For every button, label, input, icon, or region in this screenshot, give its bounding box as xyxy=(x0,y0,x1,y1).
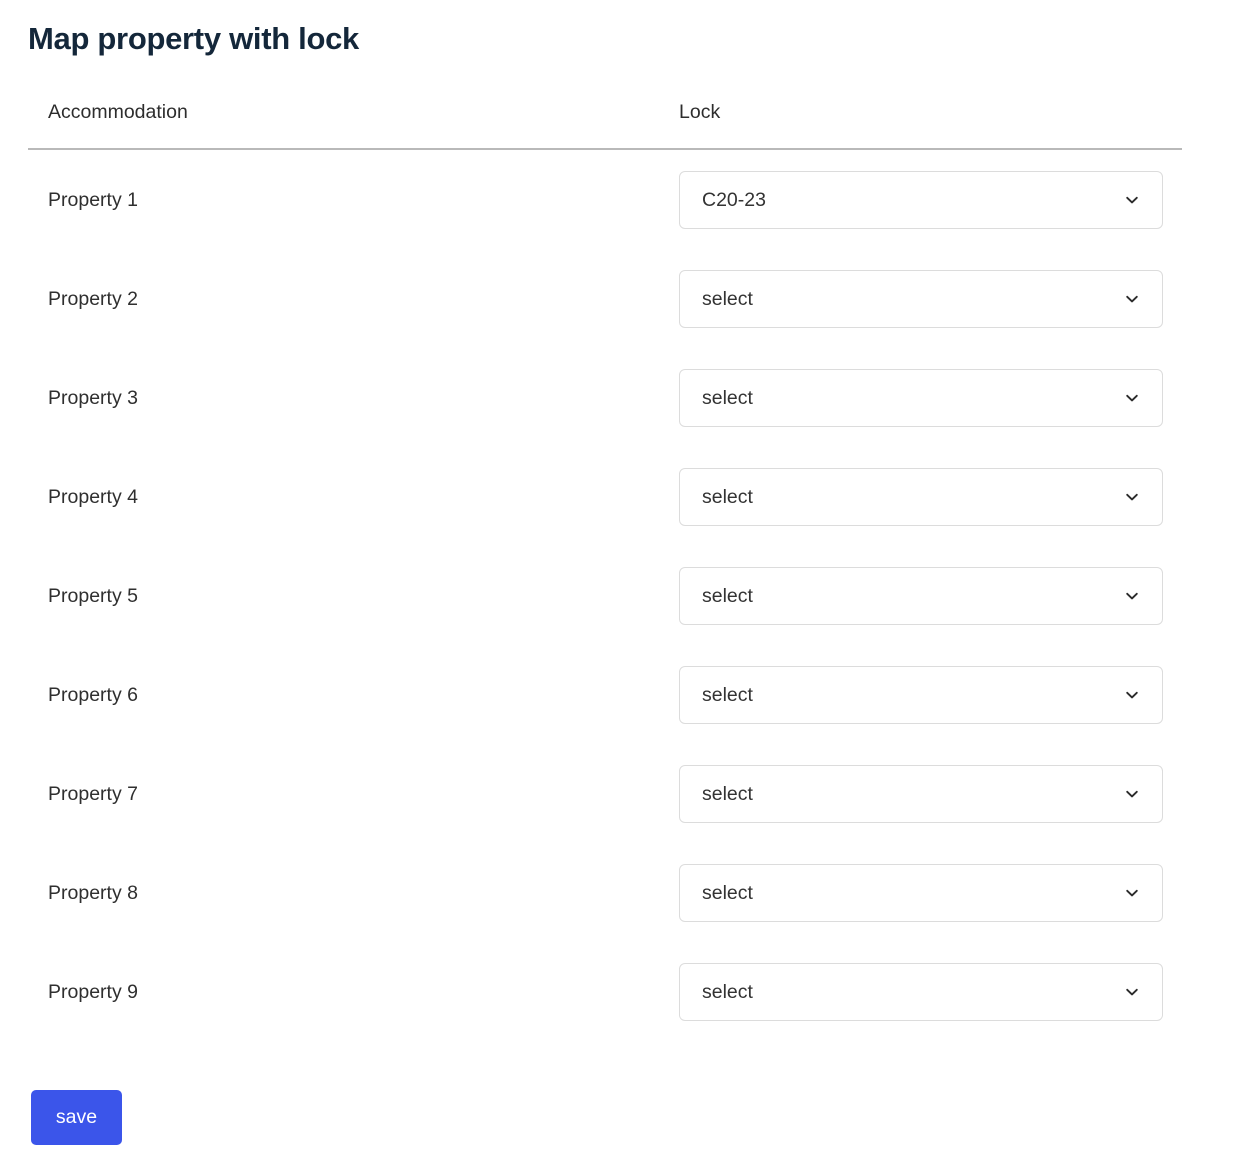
lock-cell: select xyxy=(679,962,1182,1021)
lock-select-3[interactable]: select xyxy=(679,368,1163,427)
accommodation-cell: Property 7 xyxy=(28,782,679,806)
lock-select-8[interactable]: select xyxy=(679,863,1163,922)
accommodation-label: Property 4 xyxy=(48,485,138,508)
lock-cell: select xyxy=(679,269,1182,328)
accommodation-label: Property 2 xyxy=(48,287,138,310)
accommodation-label: Property 5 xyxy=(48,584,138,607)
lock-cell: select xyxy=(679,863,1182,922)
accommodation-label: Property 7 xyxy=(48,782,138,805)
table-row: Property 3 select xyxy=(28,348,1182,447)
lock-select-value: C20-23 xyxy=(702,188,766,211)
lock-select-value: select xyxy=(702,980,753,1003)
header-cell-lock: Lock xyxy=(679,90,1182,123)
table-body: Property 1 C20-23 Property 2 select Property… xyxy=(28,150,1182,1041)
property-lock-table: Accommodation Lock Property 1 C20-23 Prope… xyxy=(28,90,1182,1041)
accommodation-label: Property 3 xyxy=(48,386,138,409)
lock-select-5[interactable]: select xyxy=(679,566,1163,625)
lock-select-value: select xyxy=(702,881,753,904)
accommodation-label: Property 1 xyxy=(48,188,138,211)
lock-cell: select xyxy=(679,566,1182,625)
accommodation-label: Property 6 xyxy=(48,683,138,706)
lock-select-value: select xyxy=(702,683,753,706)
map-property-with-lock-page: Map property with lock Accommodation Loc… xyxy=(0,0,1250,1174)
lock-select-6[interactable]: select xyxy=(679,665,1163,724)
accommodation-cell: Property 9 xyxy=(28,980,679,1004)
accommodation-cell: Property 4 xyxy=(28,485,679,509)
page-title: Map property with lock xyxy=(28,21,359,56)
header-cell-accommodation: Accommodation xyxy=(28,90,679,123)
table-header-row: Accommodation Lock xyxy=(28,90,1182,150)
accommodation-label: Property 8 xyxy=(48,881,138,904)
accommodation-cell: Property 1 xyxy=(28,188,679,212)
table-row: Property 1 C20-23 xyxy=(28,150,1182,249)
table-row: Property 4 select xyxy=(28,447,1182,546)
table-row: Property 2 select xyxy=(28,249,1182,348)
table-row: Property 6 select xyxy=(28,645,1182,744)
lock-select-7[interactable]: select xyxy=(679,764,1163,823)
accommodation-cell: Property 6 xyxy=(28,683,679,707)
lock-select-9[interactable]: select xyxy=(679,962,1163,1021)
accommodation-cell: Property 3 xyxy=(28,386,679,410)
lock-cell: select xyxy=(679,764,1182,823)
lock-select-value: select xyxy=(702,782,753,805)
lock-cell: select xyxy=(679,368,1182,427)
accommodation-label: Property 9 xyxy=(48,980,138,1003)
table-row: Property 8 select xyxy=(28,843,1182,942)
lock-select-value: select xyxy=(702,584,753,607)
lock-cell: select xyxy=(679,665,1182,724)
lock-select-4[interactable]: select xyxy=(679,467,1163,526)
table-row: Property 5 select xyxy=(28,546,1182,645)
table-row: Property 7 select xyxy=(28,744,1182,843)
accommodation-cell: Property 2 xyxy=(28,287,679,311)
lock-cell: select xyxy=(679,467,1182,526)
lock-select-value: select xyxy=(702,287,753,310)
column-header-lock: Lock xyxy=(679,101,721,123)
lock-select-value: select xyxy=(702,386,753,409)
table-row: Property 9 select xyxy=(28,942,1182,1041)
lock-select-2[interactable]: select xyxy=(679,269,1163,328)
lock-select-value: select xyxy=(702,485,753,508)
accommodation-cell: Property 8 xyxy=(28,881,679,905)
lock-select-1[interactable]: C20-23 xyxy=(679,170,1163,229)
column-header-accommodation: Accommodation xyxy=(48,101,188,123)
accommodation-cell: Property 5 xyxy=(28,584,679,608)
save-button[interactable]: save xyxy=(31,1090,122,1145)
lock-cell: C20-23 xyxy=(679,170,1182,229)
